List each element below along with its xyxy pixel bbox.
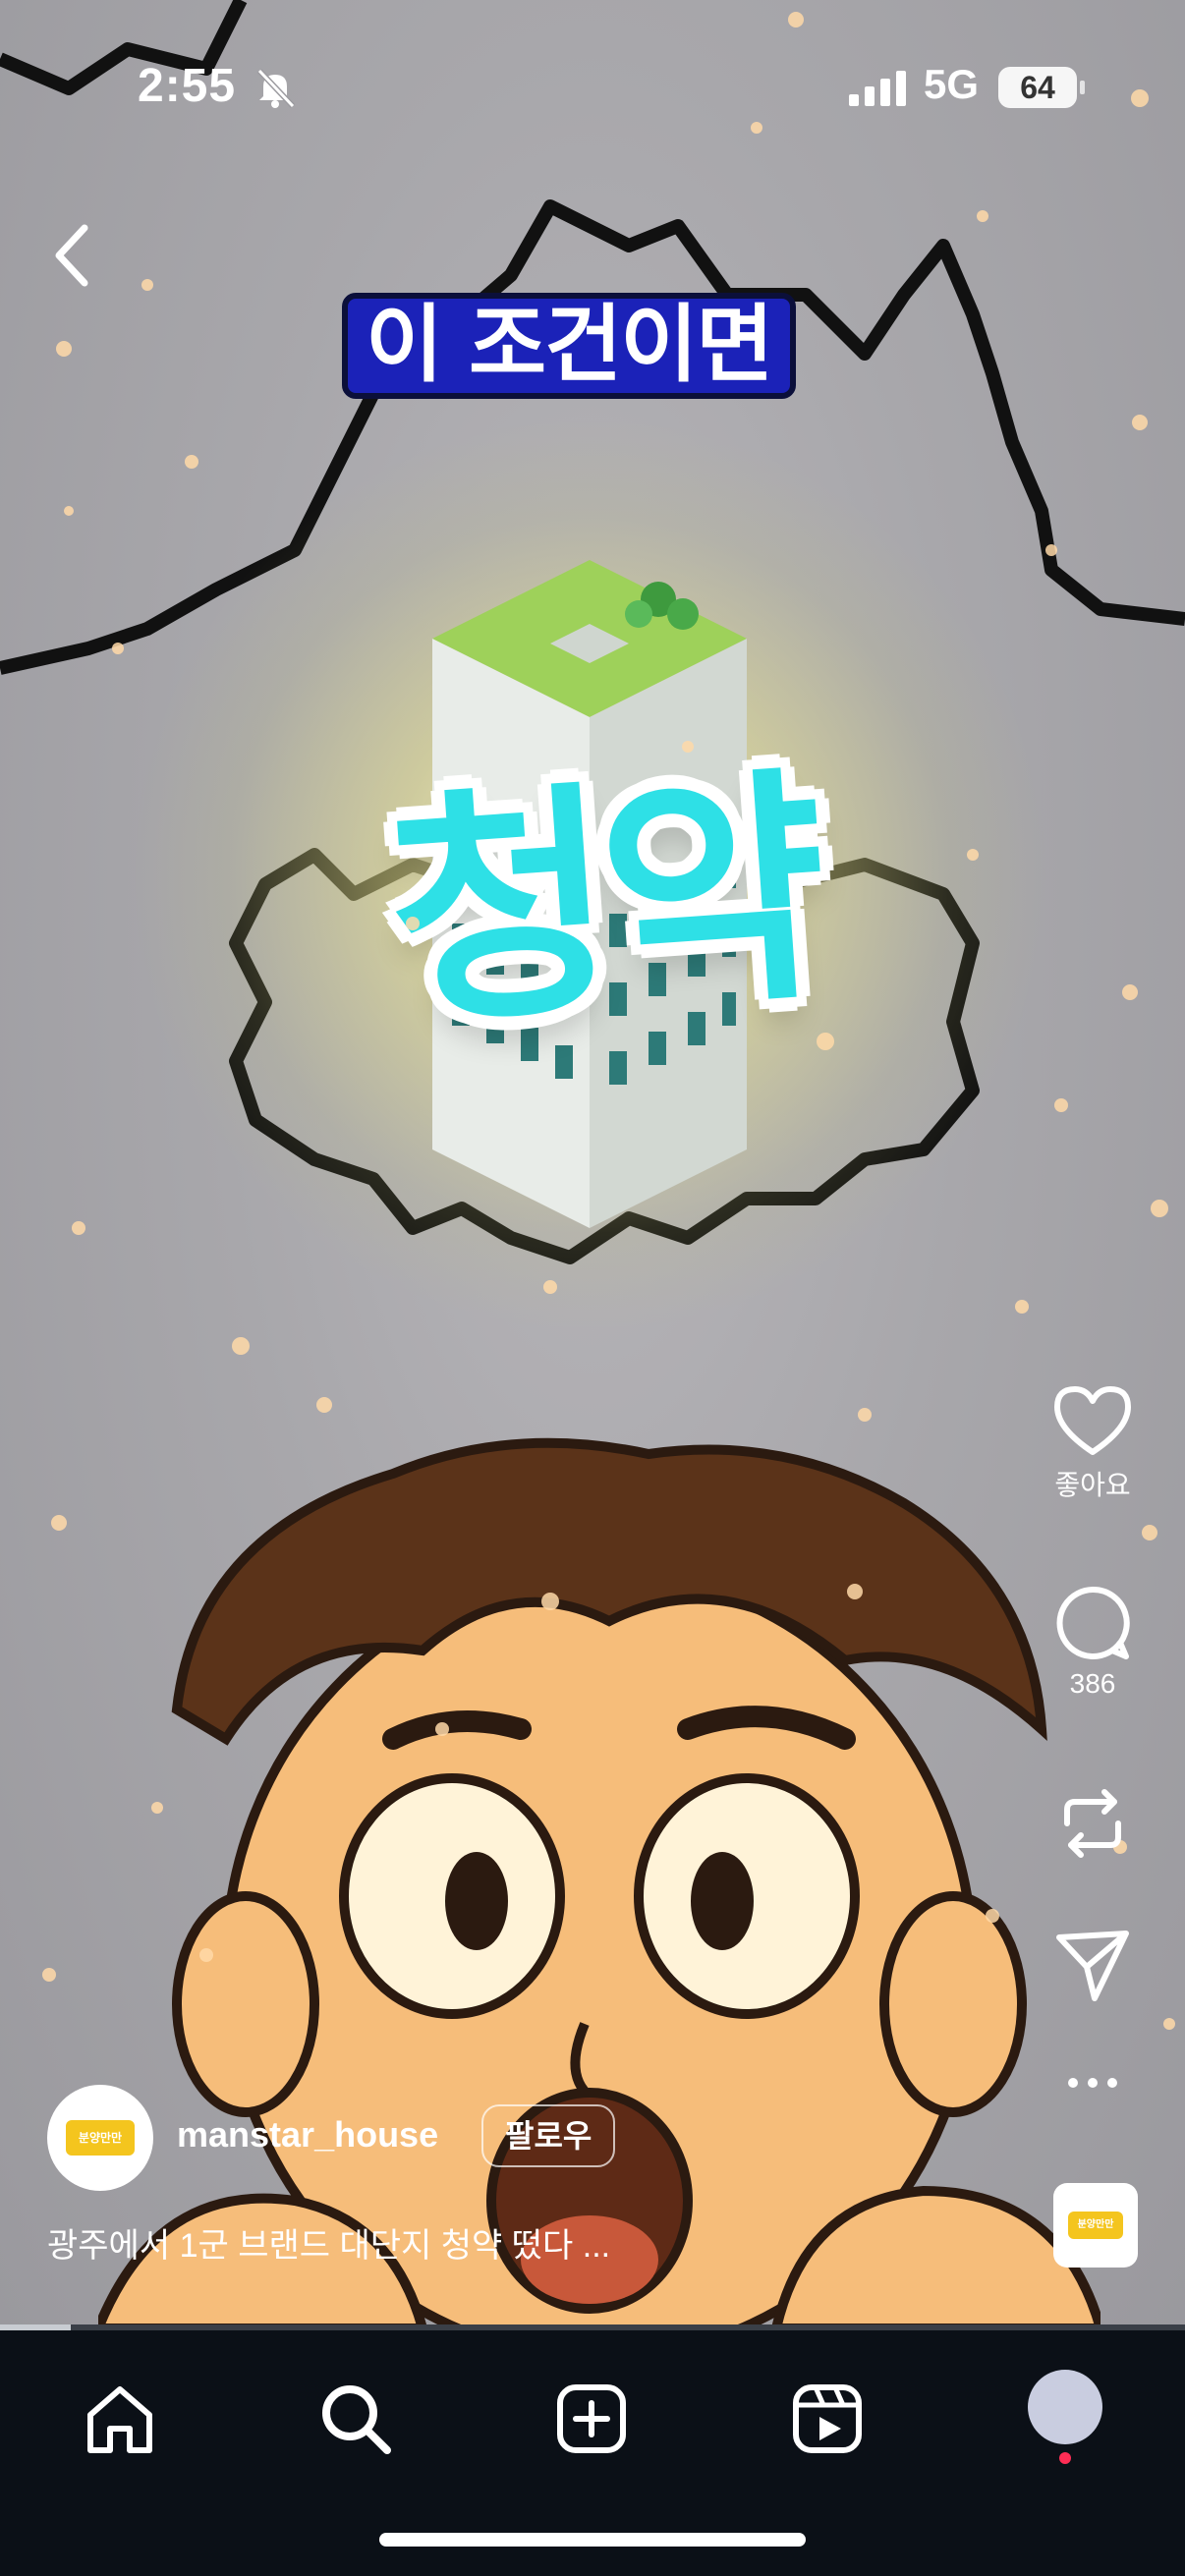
author-avatar[interactable]: 분양만만 xyxy=(47,2085,153,2191)
profile-tab[interactable] xyxy=(1028,2370,1102,2444)
cellular-signal-icon xyxy=(849,71,906,106)
create-tab[interactable] xyxy=(542,2370,641,2468)
comment-count: 386 xyxy=(1069,1668,1116,1699)
like-label: 좋아요 xyxy=(1054,1470,1131,1500)
audio-thumbnail[interactable]: 분양만만 xyxy=(1053,2183,1138,2268)
reels-tab[interactable] xyxy=(778,2370,876,2468)
comment-button[interactable]: 386 xyxy=(1044,1584,1142,1700)
audio-logo: 분양만만 xyxy=(1068,2212,1123,2239)
status-bar: 2:55 5G 64 xyxy=(0,59,1185,138)
status-time: 2:55 xyxy=(138,60,237,112)
send-paper-plane-icon xyxy=(1056,1931,1129,2001)
sparkle-particles xyxy=(42,12,1175,2030)
plus-square-icon xyxy=(557,2384,626,2453)
home-indicator xyxy=(379,2533,806,2547)
more-options-button[interactable] xyxy=(1044,2073,1142,2093)
network-type: 5G xyxy=(924,61,980,107)
follow-button[interactable]: 팔로우 xyxy=(481,2104,616,2167)
notification-dot xyxy=(1059,2452,1071,2464)
search-icon xyxy=(322,2385,391,2454)
heart-icon xyxy=(1054,1386,1131,1455)
share-button[interactable] xyxy=(1044,1926,1142,2004)
like-button[interactable]: 좋아요 xyxy=(1044,1383,1142,1503)
home-tab[interactable] xyxy=(71,2370,169,2468)
more-dots-icon xyxy=(1068,2078,1117,2088)
mute-bell-icon xyxy=(256,68,296,109)
post-caption[interactable]: 광주에서 1군 브랜드 대단지 청약 떴다 ... xyxy=(47,2218,610,2267)
repost-icon xyxy=(1064,1789,1121,1858)
post-author: 분양만만 manstar_house 팔로우 xyxy=(47,2085,833,2193)
author-logo: 분양만만 xyxy=(66,2120,135,2156)
comment-bubble-icon xyxy=(1056,1586,1130,1659)
search-tab[interactable] xyxy=(307,2370,405,2468)
back-chevron-icon[interactable] xyxy=(43,216,102,295)
home-icon xyxy=(87,2386,152,2453)
battery-indicator: 64 xyxy=(998,67,1085,108)
repost-button[interactable] xyxy=(1044,1784,1142,1863)
reel-video[interactable]: 이 조건이면 청약 2:55 5G 64 좋아요 386 분양만만 mansta… xyxy=(0,0,1185,2328)
reels-icon xyxy=(793,2384,862,2453)
author-username[interactable]: manstar_house xyxy=(177,2114,438,2156)
